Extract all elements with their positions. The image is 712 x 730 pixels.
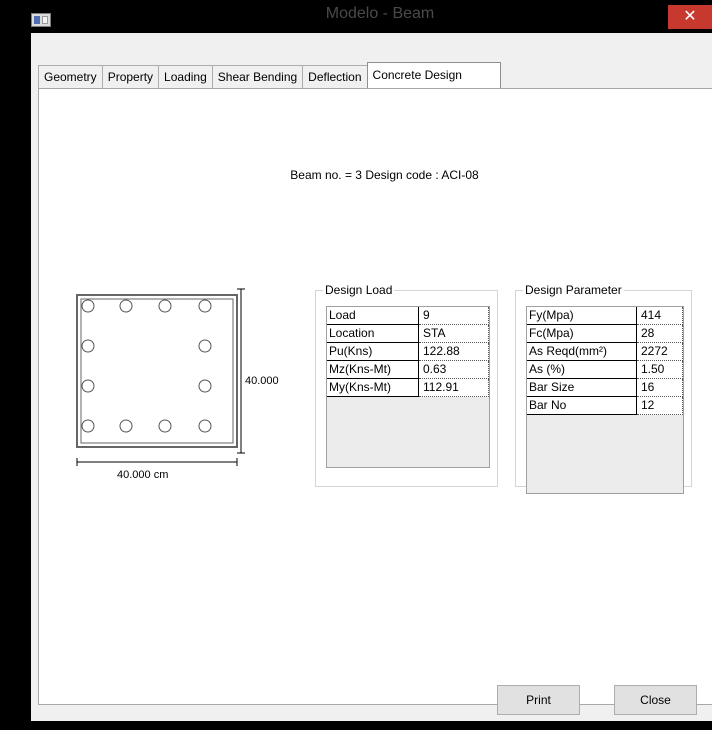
table-cell-value[interactable]: 2272 — [637, 343, 683, 361]
rebar-circle — [119, 419, 133, 433]
rebar-circle — [119, 299, 133, 313]
section-outer-outline — [76, 294, 238, 448]
dialog-client-area: Geometry Property Loading Shear Bending … — [31, 33, 712, 721]
concrete-design-panel: Beam no. = 3 Design code : ACI-08 40.000… — [38, 88, 712, 705]
table-row[interactable]: My(Kns-Mt) 112.91 — [327, 379, 489, 397]
design-parameter-grid: Fy(Mpa) 414 Fc(Mpa) 28 As Reqd(mm²) 2272 As… — [526, 306, 684, 494]
rebar-circle — [198, 299, 212, 313]
table-row[interactable]: Pu(Kns) 122.88 — [327, 343, 489, 361]
table-row[interactable]: Bar Size 16 — [527, 379, 683, 397]
rebar-circle — [198, 379, 212, 393]
section-inner-outline — [80, 298, 234, 444]
table-cell-label: Fy(Mpa) — [527, 307, 637, 325]
rebar-circle — [158, 299, 172, 313]
window-close-button[interactable]: ✕ — [668, 5, 712, 29]
design-parameter-title: Design Parameter — [523, 283, 624, 297]
beam-section-drawing: 40.000 — [76, 288, 279, 466]
rebar-group — [81, 299, 212, 433]
table-row[interactable]: As (%) 1.50 — [527, 361, 683, 379]
table-row[interactable]: Fc(Mpa) 28 — [527, 325, 683, 343]
print-button[interactable]: Print — [497, 685, 580, 715]
table-row[interactable]: As Reqd(mm²) 2272 — [527, 343, 683, 361]
table-cell-label: Pu(Kns) — [327, 343, 419, 361]
title-bar[interactable]: Modelo - Beam ✕ — [0, 0, 712, 33]
table-cell-value[interactable]: 16 — [637, 379, 683, 397]
table-cell-label: Load — [327, 307, 419, 325]
table-cell-label: Fc(Mpa) — [527, 325, 637, 343]
beam-dialog-window: Modelo - Beam ✕ Geometry Property Loadin… — [0, 0, 712, 730]
rebar-circle — [81, 299, 95, 313]
tab-shear-bending[interactable]: Shear Bending — [211, 65, 304, 88]
rebar-circle — [198, 419, 212, 433]
tab-strip: Geometry Property Loading Shear Bending … — [38, 62, 501, 88]
tab-geometry[interactable]: Geometry — [38, 65, 103, 88]
table-cell-value[interactable]: 12 — [637, 397, 683, 415]
table-row[interactable]: Bar No 12 — [527, 397, 683, 415]
rebar-circle — [81, 339, 95, 353]
design-header: Beam no. = 3 Design code : ACI-08 — [290, 168, 479, 182]
table-cell-value[interactable]: 1.50 — [637, 361, 683, 379]
table-cell-value[interactable]: 122.88 — [419, 343, 489, 361]
table-cell-label: Bar Size — [527, 379, 637, 397]
design-load-grid: Load 9 Location STA Pu(Kns) 122.88 Mz(Kns-M… — [326, 306, 490, 468]
table-cell-value[interactable]: 112.91 — [419, 379, 489, 397]
width-dimension-label: 40.000 cm — [117, 469, 169, 481]
table-cell-value[interactable]: 9 — [419, 307, 489, 325]
rebar-circle — [158, 419, 172, 433]
table-row[interactable]: Location STA — [327, 325, 489, 343]
table-cell-label: Mz(Kns-Mt) — [327, 361, 419, 379]
design-parameter-group: Design Parameter Fy(Mpa) 414 Fc(Mpa) 28 As… — [515, 283, 692, 494]
table-cell-label: As Reqd(mm²) — [527, 343, 637, 361]
rebar-circle — [198, 339, 212, 353]
close-button[interactable]: Close — [614, 685, 697, 715]
table-cell-label: As (%) — [527, 361, 637, 379]
table-row[interactable]: Load 9 — [327, 307, 489, 325]
table-cell-label: Location — [327, 325, 419, 343]
table-cell-value[interactable]: 0.63 — [419, 361, 489, 379]
tab-loading[interactable]: Loading — [158, 65, 213, 88]
table-row[interactable]: Fy(Mpa) 414 — [527, 307, 683, 325]
design-load-title: Design Load — [323, 283, 395, 297]
tab-deflection[interactable]: Deflection — [302, 65, 368, 88]
table-cell-value[interactable]: 28 — [637, 325, 683, 343]
rebar-circle — [81, 419, 95, 433]
table-cell-label: My(Kns-Mt) — [327, 379, 419, 397]
table-cell-value[interactable]: STA — [419, 325, 489, 343]
rebar-circle — [81, 379, 95, 393]
window-title: Modelo - Beam — [325, 5, 435, 22]
design-load-group: Design Load Load 9 Location STA Pu(Kns) 122… — [315, 283, 498, 487]
height-dimension-label: 40.000 — [245, 375, 279, 387]
tab-property[interactable]: Property — [101, 65, 160, 88]
table-cell-value[interactable]: 414 — [637, 307, 683, 325]
table-cell-label: Bar No — [527, 397, 637, 415]
table-row[interactable]: Mz(Kns-Mt) 0.63 — [327, 361, 489, 379]
tab-concrete-design[interactable]: Concrete Design — [366, 62, 501, 88]
